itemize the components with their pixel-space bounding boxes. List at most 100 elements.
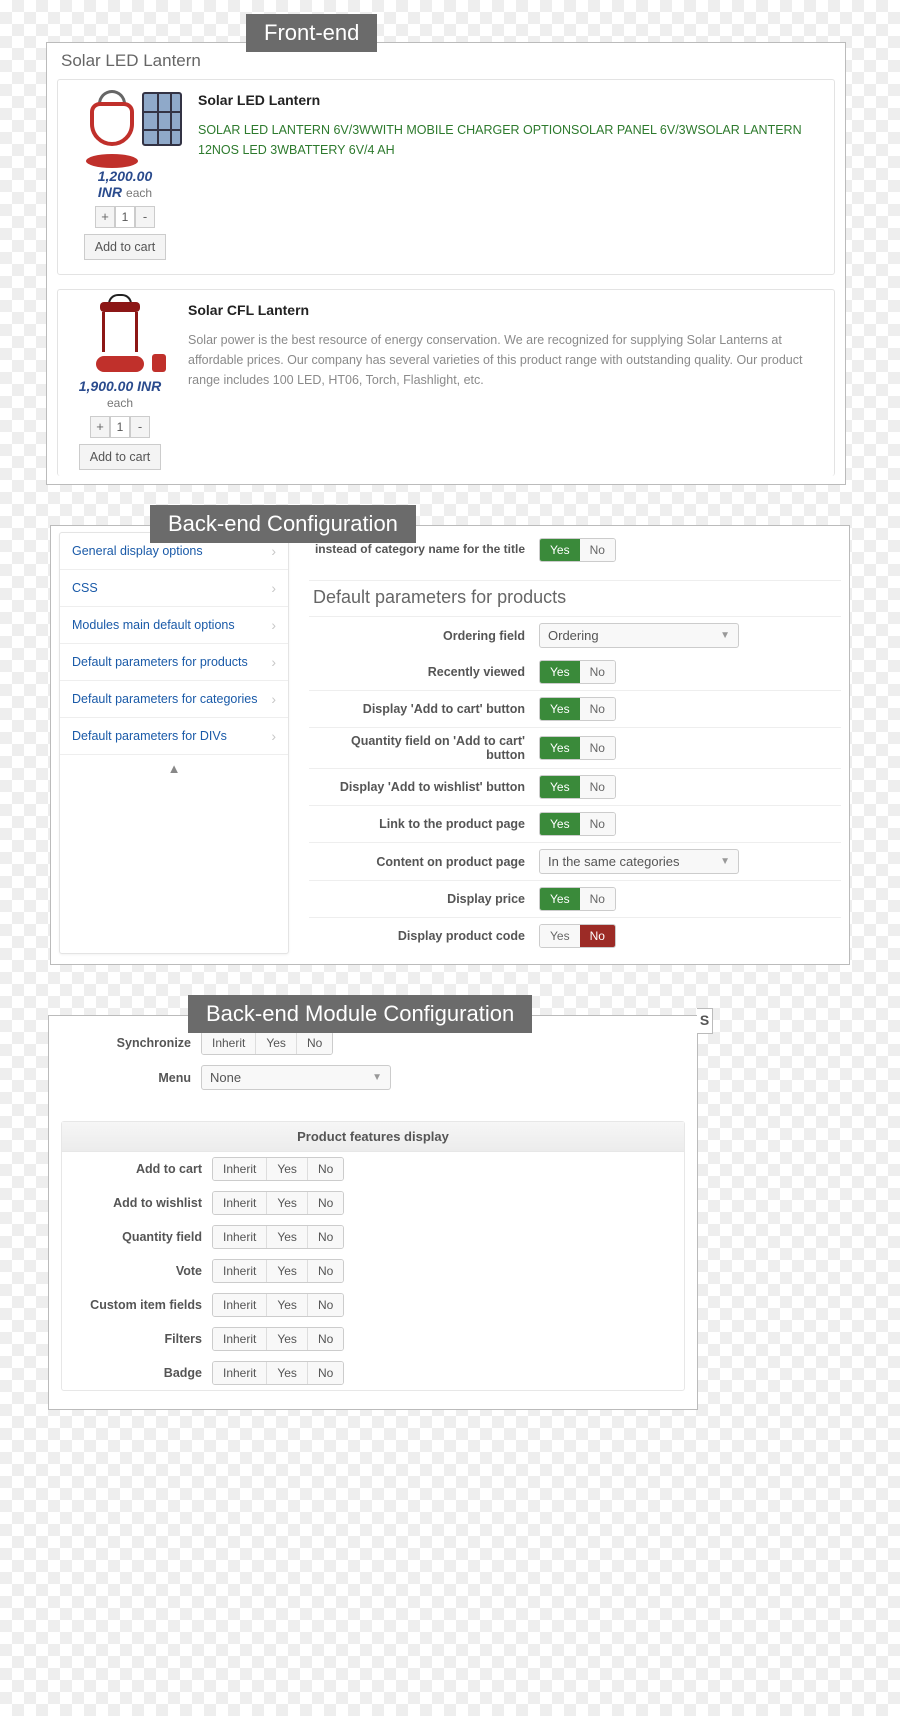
no-option[interactable]: No — [307, 1192, 343, 1214]
no-option[interactable]: No — [307, 1362, 343, 1384]
add-to-cart-button[interactable]: Add to cart — [84, 234, 166, 260]
fieldset-title: Product features display — [62, 1122, 684, 1152]
qty-minus-button[interactable]: + — [90, 416, 110, 438]
yes-no-toggle[interactable]: Yes No — [539, 812, 616, 836]
param-label: instead of category name for the title — [309, 542, 539, 558]
chevron-right-icon: › — [271, 654, 276, 670]
yes-no-toggle[interactable]: Yes No — [539, 924, 616, 948]
inherit-yes-no-toggle[interactable]: Inherit Yes No — [212, 1293, 344, 1317]
inherit-yes-no-toggle[interactable]: Inherit Yes No — [201, 1031, 333, 1055]
product-description: SOLAR LED LANTERN 6V/3WWITH MOBILE CHARG… — [198, 120, 822, 160]
no-option[interactable]: No — [580, 776, 615, 798]
inherit-option[interactable]: Inherit — [213, 1294, 266, 1316]
yes-no-toggle[interactable]: Yes No — [539, 887, 616, 911]
inherit-option[interactable]: Inherit — [213, 1328, 266, 1350]
chevron-right-icon: › — [271, 691, 276, 707]
qty-value: 1 — [115, 206, 135, 228]
no-option[interactable]: No — [580, 888, 615, 910]
sidebar-item[interactable]: CSS› — [60, 570, 288, 607]
sidebar-item[interactable]: Default parameters for products › — [60, 644, 288, 681]
yes-no-toggle[interactable]: Yes No — [539, 736, 616, 760]
no-option[interactable]: No — [580, 698, 615, 720]
yes-option[interactable]: Yes — [266, 1328, 307, 1350]
product-image[interactable] — [90, 302, 150, 372]
no-option[interactable]: No — [580, 661, 615, 683]
edge-marker: S — [697, 1008, 713, 1034]
yes-option[interactable]: Yes — [540, 661, 580, 683]
yes-option[interactable]: Yes — [540, 888, 580, 910]
inherit-yes-no-toggle[interactable]: Inherit Yes No — [212, 1361, 344, 1385]
yes-option[interactable]: Yes — [266, 1362, 307, 1384]
product-price: 1,900.00 INR — [70, 378, 170, 394]
no-option[interactable]: No — [580, 813, 615, 835]
config-sidebar: General display options›CSS›Modules main… — [59, 532, 289, 954]
yes-option[interactable]: Yes — [266, 1226, 307, 1248]
inherit-option[interactable]: Inherit — [213, 1192, 266, 1214]
sidebar-item[interactable]: Modules main default options› — [60, 607, 288, 644]
yes-no-toggle[interactable]: Yes No — [539, 538, 616, 562]
sidebar-item-label: Default parameters for products — [72, 655, 248, 669]
yes-no-toggle[interactable]: Yes No — [539, 697, 616, 721]
each-label: each — [70, 396, 170, 410]
product-card: 1,900.00 INR each +1- Add to cart Solar … — [57, 289, 835, 476]
inherit-yes-no-toggle[interactable]: Inherit Yes No — [212, 1259, 344, 1283]
yes-option[interactable]: Yes — [540, 813, 580, 835]
no-option[interactable]: No — [307, 1294, 343, 1316]
qty-plus-button[interactable]: - — [135, 206, 155, 228]
inherit-option[interactable]: Inherit — [213, 1260, 266, 1282]
yes-no-toggle[interactable]: Yes No — [539, 775, 616, 799]
qty-plus-button[interactable]: - — [130, 416, 150, 438]
ordering-select[interactable]: Ordering▼ — [539, 623, 739, 648]
no-option[interactable]: No — [580, 925, 615, 947]
sidebar-item-label: CSS — [72, 581, 98, 595]
inherit-yes-no-toggle[interactable]: Inherit Yes No — [212, 1191, 344, 1215]
inherit-yes-no-toggle[interactable]: Inherit Yes No — [212, 1225, 344, 1249]
inherit-option[interactable]: Inherit — [213, 1226, 266, 1248]
chevron-down-icon: ▼ — [372, 1072, 382, 1083]
add-to-cart-button[interactable]: Add to cart — [79, 444, 161, 470]
product-name[interactable]: Solar LED Lantern — [198, 92, 822, 108]
inherit-option[interactable]: Inherit — [202, 1032, 255, 1054]
no-option[interactable]: No — [580, 539, 615, 561]
chevron-right-icon: › — [271, 543, 276, 559]
param-label: Recently viewed — [309, 665, 539, 679]
qty-stepper: +1- — [70, 416, 170, 438]
qty-minus-button[interactable]: + — [95, 206, 115, 228]
inherit-yes-no-toggle[interactable]: Inherit Yes No — [212, 1157, 344, 1181]
yes-option[interactable]: Yes — [266, 1294, 307, 1316]
sidebar-item[interactable]: Default parameters for categories› — [60, 681, 288, 718]
product-features-fieldset: Product features display Add to cart Inh… — [61, 1121, 685, 1391]
menu-select[interactable]: None▼ — [201, 1065, 391, 1090]
yes-option[interactable]: Yes — [540, 776, 580, 798]
param-label: Ordering field — [309, 629, 539, 643]
yes-option[interactable]: Yes — [266, 1158, 307, 1180]
chevron-down-icon: ▼ — [720, 856, 730, 867]
no-option[interactable]: No — [307, 1260, 343, 1282]
frontend-panel: Solar LED Lantern 1,200.00 INReach +1- A… — [46, 42, 846, 485]
yes-option[interactable]: Yes — [540, 698, 580, 720]
sidebar-item[interactable]: Default parameters for DIVs› — [60, 718, 288, 754]
yes-option[interactable]: Yes — [540, 925, 580, 947]
backend-tag: Back-end Configuration — [150, 505, 416, 543]
product-image[interactable] — [90, 92, 160, 162]
no-option[interactable]: No — [296, 1032, 332, 1054]
yes-option[interactable]: Yes — [266, 1192, 307, 1214]
content-select[interactable]: In the same categories▼ — [539, 849, 739, 874]
product-name[interactable]: Solar CFL Lantern — [188, 302, 822, 318]
no-option[interactable]: No — [307, 1158, 343, 1180]
inherit-option[interactable]: Inherit — [213, 1362, 266, 1384]
collapse-icon[interactable]: ▲ — [60, 754, 288, 782]
yes-no-toggle[interactable]: Yes No — [539, 660, 616, 684]
param-label: Quantity field on 'Add to cart' button — [309, 734, 539, 762]
no-option[interactable]: No — [307, 1328, 343, 1350]
param-label: Menu — [61, 1071, 201, 1085]
yes-option[interactable]: Yes — [540, 539, 580, 561]
inherit-option[interactable]: Inherit — [213, 1158, 266, 1180]
inherit-yes-no-toggle[interactable]: Inherit Yes No — [212, 1327, 344, 1351]
yes-option[interactable]: Yes — [255, 1032, 296, 1054]
yes-option[interactable]: Yes — [266, 1260, 307, 1282]
yes-option[interactable]: Yes — [540, 737, 580, 759]
no-option[interactable]: No — [580, 737, 615, 759]
param-label: Custom item fields — [72, 1298, 212, 1312]
no-option[interactable]: No — [307, 1226, 343, 1248]
